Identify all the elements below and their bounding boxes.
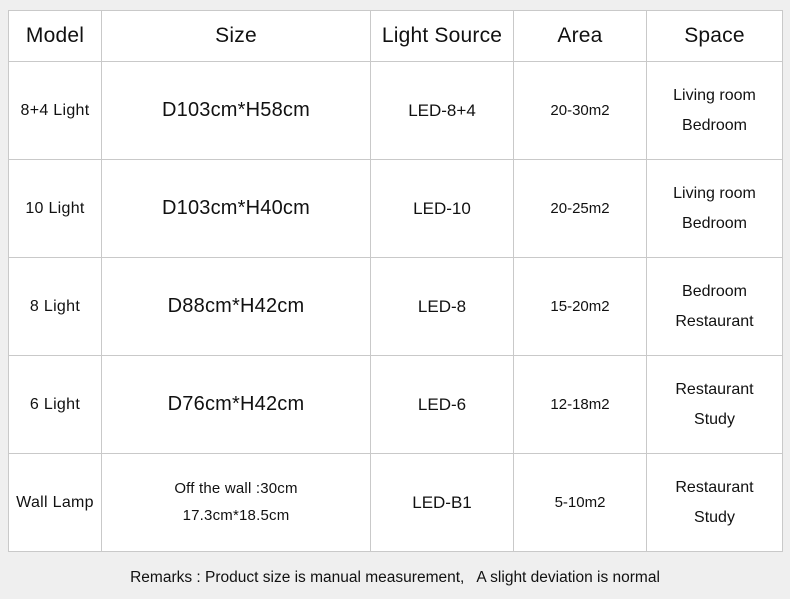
cell-space-line: Restaurant xyxy=(675,312,754,330)
cell-size-lines: D88cm*H42cm xyxy=(104,295,368,318)
cell-model: 10 Light xyxy=(8,159,102,258)
table-row: 10 Light D103cm*H40cm LED-10 20-25m2 Liv… xyxy=(8,159,783,258)
table-row: 8+4 Light D103cm*H58cm LED-8+4 20-30m2 L… xyxy=(8,61,783,160)
cell-area: 20-25m2 xyxy=(513,159,647,258)
cell-space-line: Restaurant xyxy=(675,380,754,398)
cell-size-line: D103cm*H40cm xyxy=(161,197,310,219)
cell-size-line: D103cm*H58cm xyxy=(161,99,310,121)
cell-model: Wall Lamp xyxy=(8,453,102,552)
cell-space-lines: Living room Bedroom xyxy=(649,81,780,140)
cell-size: D103cm*H40cm xyxy=(101,159,371,258)
cell-space-lines: Restaurant Study xyxy=(649,473,780,532)
cell-space-line: Living room xyxy=(673,184,756,202)
cell-space: Restaurant Study xyxy=(646,453,783,552)
cell-size-lines: D103cm*H40cm xyxy=(104,197,368,220)
cell-light-source: LED-6 xyxy=(370,355,514,454)
cell-size: D103cm*H58cm xyxy=(101,61,371,160)
cell-space-line: Living room xyxy=(673,86,756,104)
cell-space-line: Bedroom xyxy=(682,116,747,134)
cell-light-source: LED-B1 xyxy=(370,453,514,552)
cell-size-line: D88cm*H42cm xyxy=(167,295,305,317)
table-header: Model Size Light Source Area Space xyxy=(8,10,783,62)
cell-size: Off the wall :30cm 17.3cm*18.5cm xyxy=(101,453,371,552)
table-row: 8 Light D88cm*H42cm LED-8 15-20m2 Bedroo… xyxy=(8,257,783,356)
table-body: 8+4 Light D103cm*H58cm LED-8+4 20-30m2 L… xyxy=(8,61,783,552)
cell-space: Living room Bedroom xyxy=(646,159,783,258)
cell-size: D76cm*H42cm xyxy=(101,355,371,454)
column-header-light-source: Light Source xyxy=(370,10,514,62)
cell-space-lines: Bedroom Restaurant xyxy=(649,277,780,336)
product-spec-sheet: Model Size Light Source Area Space 8+4 L… xyxy=(0,0,790,599)
cell-area: 15-20m2 xyxy=(513,257,647,356)
cell-space-line: Study xyxy=(694,410,735,428)
cell-size-line: D76cm*H42cm xyxy=(167,393,305,415)
column-header-size: Size xyxy=(101,10,371,62)
cell-space: Bedroom Restaurant xyxy=(646,257,783,356)
product-specification-table: Model Size Light Source Area Space 8+4 L… xyxy=(8,10,783,552)
cell-light-source: LED-8 xyxy=(370,257,514,356)
cell-area: 20-30m2 xyxy=(513,61,647,160)
column-header-model: Model xyxy=(8,10,102,62)
cell-model: 8 Light xyxy=(8,257,102,356)
cell-area: 5-10m2 xyxy=(513,453,647,552)
cell-area: 12-18m2 xyxy=(513,355,647,454)
cell-space-lines: Living room Bedroom xyxy=(649,179,780,238)
column-header-area: Area xyxy=(513,10,647,62)
cell-space-line: Bedroom xyxy=(682,282,747,300)
cell-size-line: Off the wall :30cm xyxy=(174,480,298,498)
remarks-note: Remarks : Product size is manual measure… xyxy=(0,556,790,599)
table-row: 6 Light D76cm*H42cm LED-6 12-18m2 Restau… xyxy=(8,355,783,454)
table-row: Wall Lamp Off the wall :30cm 17.3cm*18.5… xyxy=(8,453,783,552)
cell-size: D88cm*H42cm xyxy=(101,257,371,356)
cell-light-source: LED-10 xyxy=(370,159,514,258)
cell-model: 6 Light xyxy=(8,355,102,454)
cell-space-lines: Restaurant Study xyxy=(649,375,780,434)
cell-model: 8+4 Light xyxy=(8,61,102,160)
cell-space: Restaurant Study xyxy=(646,355,783,454)
cell-size-lines: Off the wall :30cm 17.3cm*18.5cm xyxy=(104,476,368,529)
cell-space-line: Restaurant xyxy=(675,478,754,496)
cell-size-line: 17.3cm*18.5cm xyxy=(182,506,290,524)
table-header-row: Model Size Light Source Area Space xyxy=(8,10,783,62)
cell-size-lines: D76cm*H42cm xyxy=(104,393,368,416)
cell-light-source: LED-8+4 xyxy=(370,61,514,160)
cell-size-lines: D103cm*H58cm xyxy=(104,99,368,122)
cell-space: Living room Bedroom xyxy=(646,61,783,160)
cell-space-line: Study xyxy=(694,508,735,526)
cell-space-line: Bedroom xyxy=(682,214,747,232)
column-header-space: Space xyxy=(646,10,783,62)
